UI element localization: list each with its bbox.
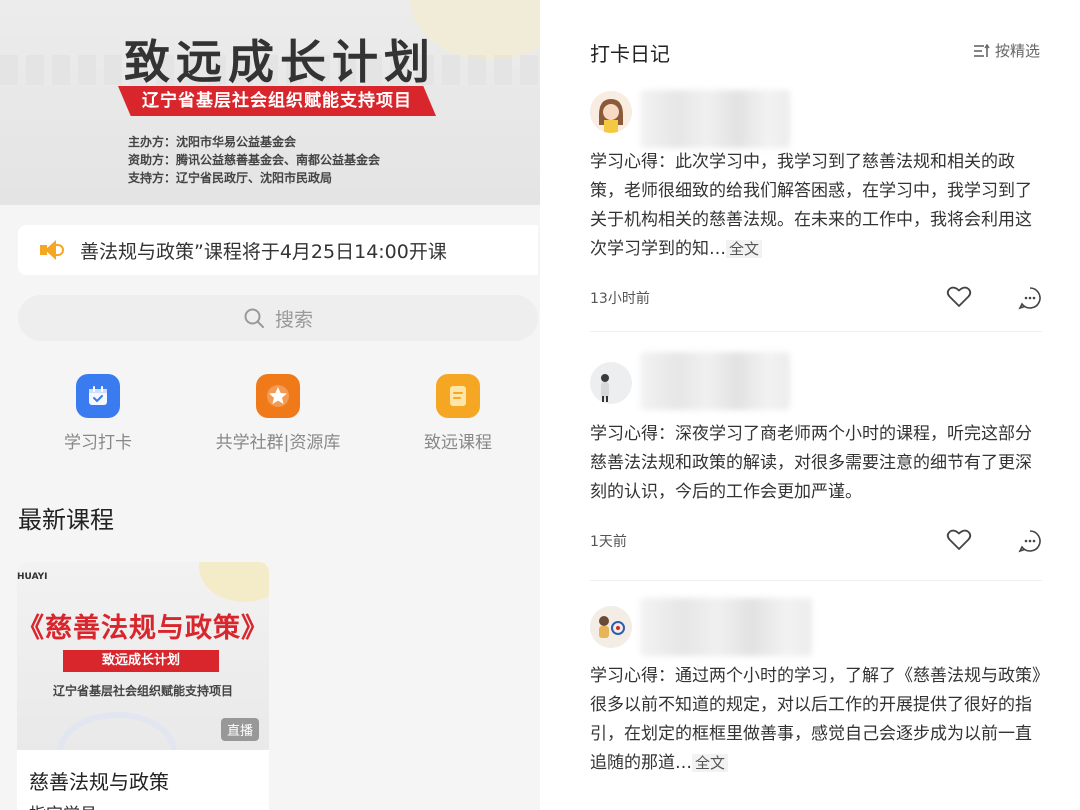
avatar[interactable] <box>590 91 632 133</box>
thumbnail-ribbon: 致远成长计划 <box>63 650 219 672</box>
star-icon <box>256 374 300 418</box>
comment-icon[interactable] <box>1018 286 1042 310</box>
calendar-check-icon <box>76 374 120 418</box>
thumbnail-decoration-arc <box>57 712 177 750</box>
username-blurred <box>640 352 790 410</box>
banner-ribbon: 辽宁省基层社会组织赋能支持项目 <box>118 86 436 116</box>
course-title: 慈善法规与政策 <box>29 770 169 794</box>
thumbnail-brand: HUAYI <box>17 572 48 582</box>
quick-link-label: 共学社群|资源库 <box>215 433 341 453</box>
course-home-panel: 致远成长计划 辽宁省基层社会组织赋能支持项目 主办方：沈阳市华易公益基金会 资助… <box>0 0 540 810</box>
course-audience: 指定学员 <box>29 800 97 810</box>
quick-link-label: 学习打卡 <box>64 433 132 453</box>
post-content[interactable]: 学习心得：深夜学习了商老师两个小时的课程，听完这部分慈善法法规和政策的解读，对很… <box>590 420 1042 507</box>
comment-icon[interactable] <box>1018 529 1042 553</box>
live-badge: 直播 <box>220 718 259 741</box>
search-placeholder: 搜索 <box>274 308 313 331</box>
sponsor-line-supporter: 支持方：辽宁省民政厅、沈阳市民政局 <box>128 171 333 185</box>
username-blurred <box>640 90 790 148</box>
course-thumbnail[interactable]: HUAYI 《慈善法规与政策》 致远成长计划 辽宁省基层社会组织赋能支持项目 直… <box>17 562 269 750</box>
sponsor-line-organizer: 主办方：沈阳市华易公益基金会 <box>128 135 297 149</box>
avatar[interactable] <box>590 362 632 404</box>
program-banner[interactable]: 致远成长计划 辽宁省基层社会组织赋能支持项目 主办方：沈阳市华易公益基金会 资助… <box>0 0 540 205</box>
search-input[interactable]: 搜索 <box>18 295 538 341</box>
quick-link-checkin[interactable]: 学习打卡 <box>18 374 178 453</box>
filter-label: 按精选 <box>994 42 1040 60</box>
quick-link-community[interactable]: 共学社群|资源库 <box>198 374 358 453</box>
section-title-latest-courses: 最新课程 <box>18 506 114 534</box>
post-timestamp: 1天前 <box>590 534 627 550</box>
expand-full-text-link[interactable]: 全文 <box>692 754 729 772</box>
thumbnail-title: 《慈善法规与政策》 <box>17 613 269 644</box>
checkin-diary-panel: 打卡日记 按精选 学习心得：此次学习中，我学习到了慈善法规和相关的政策，老师很细… <box>540 0 1080 810</box>
filter-icon <box>973 43 990 57</box>
quick-links: 学习打卡 共学社群|资源库 致远课程 <box>0 360 540 465</box>
speaker-icon <box>40 239 66 261</box>
username-blurred <box>640 598 812 656</box>
post-divider <box>590 580 1042 581</box>
quick-link-label: 致远课程 <box>424 433 492 453</box>
heart-icon[interactable] <box>946 285 972 309</box>
heart-icon[interactable] <box>946 528 972 552</box>
course-notice-bar[interactable]: 善法规与政策”课程将于4月25日14:00开课 <box>18 225 538 275</box>
post-timestamp: 13小时前 <box>590 291 650 307</box>
expand-full-text-link[interactable]: 全文 <box>726 240 763 258</box>
course-card[interactable]: HUAYI 《慈善法规与政策》 致远成长计划 辽宁省基层社会组织赋能支持项目 直… <box>17 562 269 810</box>
post-content[interactable]: 学习心得：此次学习中，我学习到了慈善法规和相关的政策，老师很细致的给我们解答困惑… <box>590 148 1042 264</box>
post-divider <box>590 331 1042 332</box>
avatar[interactable] <box>590 606 632 648</box>
post-content[interactable]: 学习心得：通过两个小时的学习，了解了《慈善法规与政策》很多以前不知道的规定，对以… <box>590 662 1042 778</box>
notice-text: 善法规与政策”课程将于4月25日14:00开课 <box>80 240 447 263</box>
thumbnail-subtitle: 辽宁省基层社会组织赋能支持项目 <box>52 684 233 698</box>
filter-button[interactable]: 按精选 <box>973 40 1040 61</box>
quick-link-courses[interactable]: 致远课程 <box>378 374 538 453</box>
thumbnail-decoration <box>199 562 269 602</box>
banner-title: 致远成长计划 <box>124 35 436 89</box>
page-title: 打卡日记 <box>590 42 670 66</box>
search-icon <box>244 308 264 328</box>
banner-sponsors: 主办方：沈阳市华易公益基金会 资助方：腾讯公益慈善基金会、南都公益基金会 支持方… <box>128 133 380 187</box>
document-icon <box>436 374 480 418</box>
sponsor-line-funder: 资助方：腾讯公益慈善基金会、南都公益基金会 <box>128 153 381 167</box>
